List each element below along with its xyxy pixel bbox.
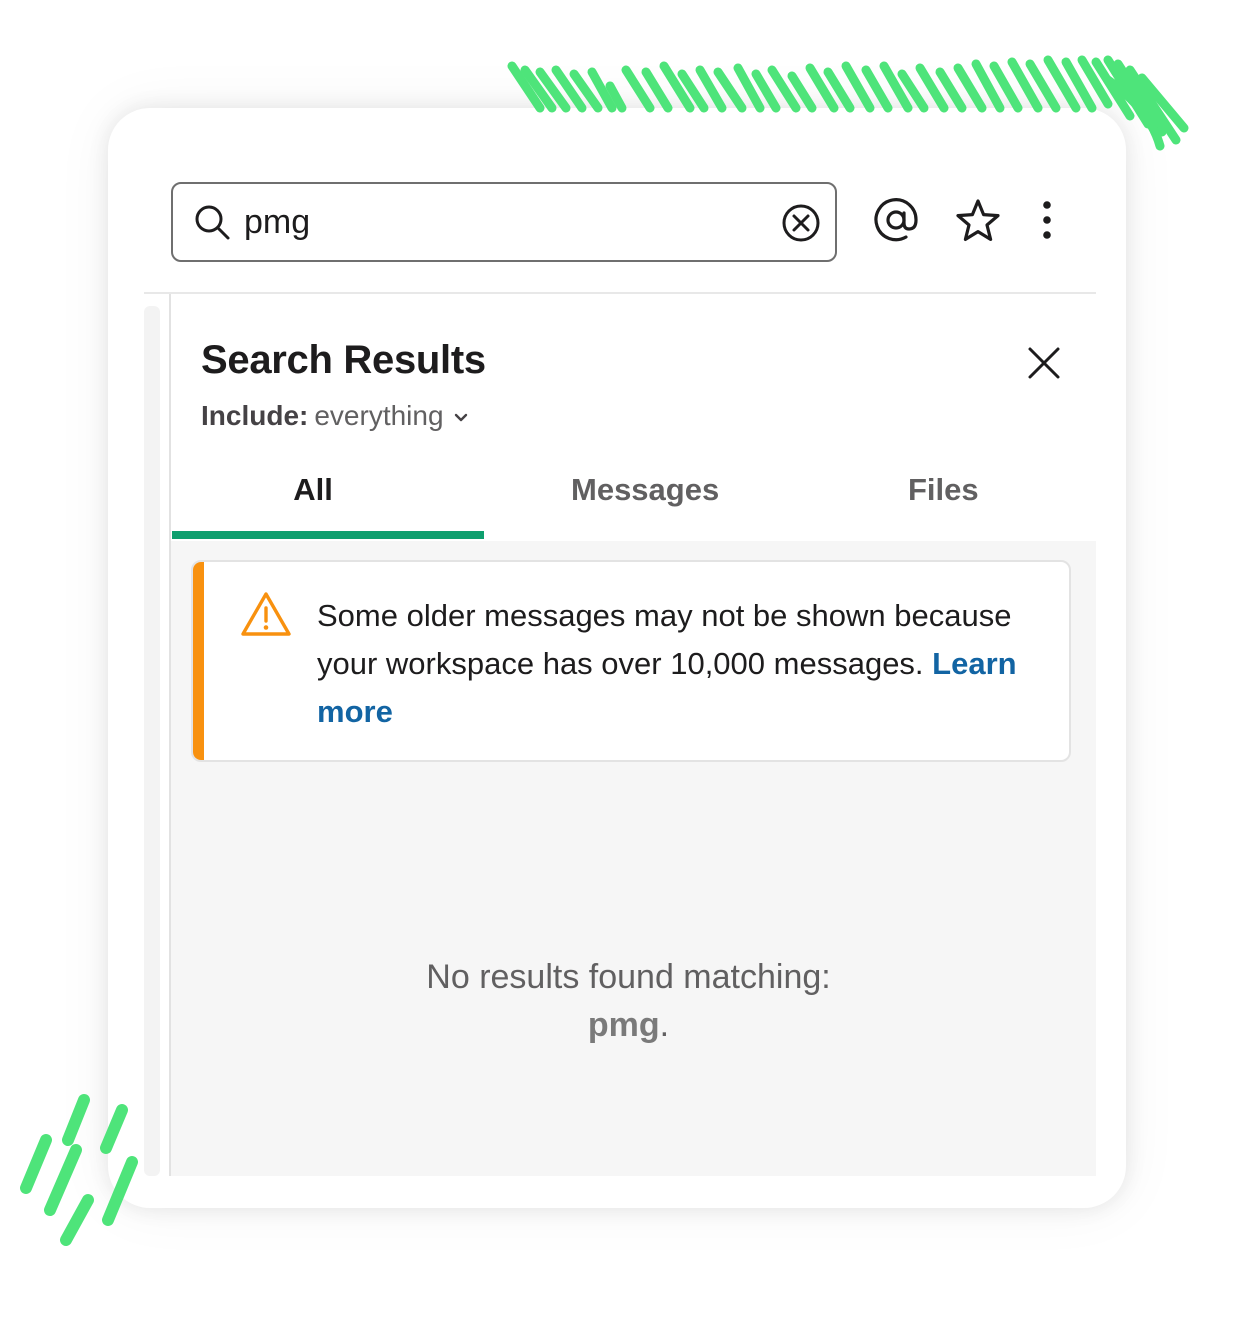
panel-header: Search Results Include: everything All Me… — [171, 294, 1096, 541]
results-area: Some older messages may not be shown bec… — [171, 541, 1096, 1176]
include-label: Include: — [201, 400, 309, 431]
empty-state: No results found matching: pmg. — [171, 953, 1086, 1049]
notice-text: Some older messages may not be shown bec… — [317, 592, 1037, 736]
notice-message: Some older messages may not be shown bec… — [317, 598, 1012, 681]
search-bar[interactable] — [171, 182, 837, 262]
clear-search-icon[interactable] — [781, 203, 821, 243]
chevron-down-icon — [454, 413, 467, 421]
left-sidebar-rail — [144, 306, 160, 1176]
star-icon[interactable] — [954, 197, 1002, 245]
panel-title: Search Results — [201, 338, 486, 382]
selected-tab-indicator — [172, 531, 484, 539]
search-results-panel: Search Results Include: everything All Me… — [171, 294, 1096, 1176]
empty-state-query: pmg — [587, 1006, 660, 1044]
tab-all[interactable]: All — [263, 472, 363, 508]
at-mention-icon[interactable] — [872, 196, 920, 244]
search-icon — [195, 205, 230, 240]
warning-icon — [241, 592, 291, 636]
empty-state-message: No results found matching: — [426, 958, 831, 996]
tab-messages[interactable]: Messages — [571, 472, 719, 508]
tab-files[interactable]: Files — [908, 472, 979, 508]
close-icon[interactable] — [1027, 346, 1061, 380]
notice-accent-bar — [193, 562, 204, 760]
search-input[interactable] — [244, 198, 764, 246]
include-value: everything — [314, 400, 444, 431]
empty-state-suffix: . — [659, 1006, 670, 1044]
empty-state-query-line: pmg. — [171, 1001, 1086, 1049]
include-filter-dropdown[interactable]: Include: everything — [201, 400, 468, 432]
more-vertical-icon[interactable] — [1032, 197, 1062, 245]
message-limit-notice: Some older messages may not be shown bec… — [191, 560, 1071, 762]
